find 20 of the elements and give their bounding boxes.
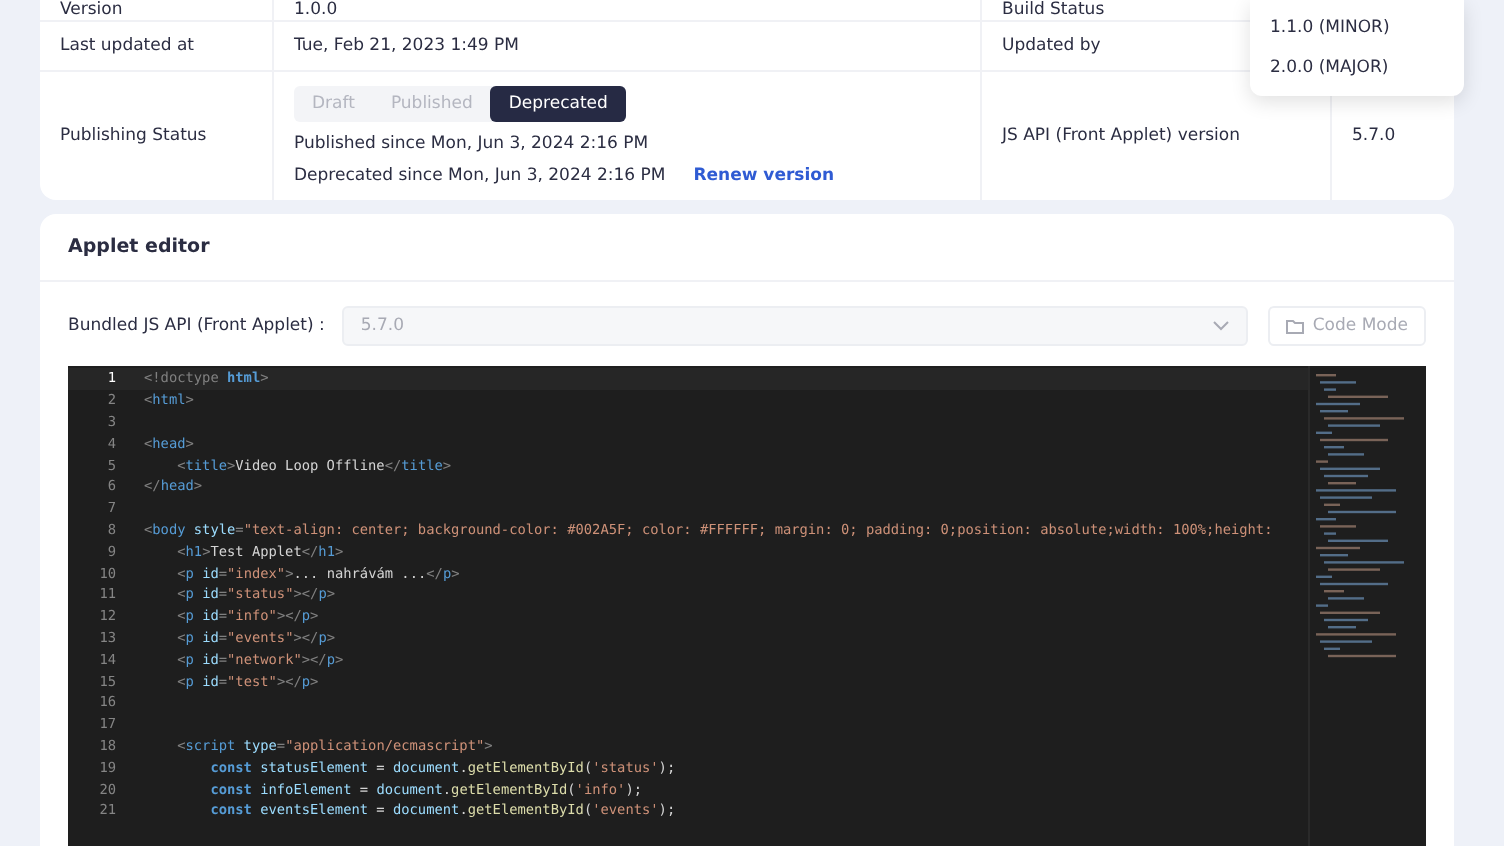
status-option[interactable]: Deprecated <box>490 86 626 122</box>
code-editor[interactable] <box>68 366 1426 846</box>
menu-item[interactable]: 1.1.0 (MINOR) <box>1250 8 1464 48</box>
field-label: Last updated at <box>60 36 196 56</box>
field-label: Publishing Status <box>60 126 209 146</box>
field-value: Published since Mon, Jun 3, 2024 2:16 PM <box>294 134 651 154</box>
chevron-icon <box>1212 320 1231 332</box>
field-value: 1.0.0 <box>294 0 340 20</box>
card-title: Applet editor <box>40 214 1454 282</box>
menu-item[interactable]: 2.0.0 (MAJOR) <box>1250 48 1464 88</box>
field-label: Version <box>60 0 125 20</box>
folder-icon <box>1286 319 1305 333</box>
field-value: Tue, Feb 21, 2023 1:49 PM <box>294 36 521 56</box>
field-value: Deprecated since Mon, Jun 3, 2024 2:16 PM <box>294 166 666 186</box>
field-label: JS API (Front Applet) version <box>1002 126 1242 146</box>
field-label: Build Status <box>1002 0 1107 20</box>
field-value: 5.7.0 <box>1352 126 1398 146</box>
field-label: Updated by <box>1002 36 1103 56</box>
renew-link[interactable]: Renew version <box>693 166 835 186</box>
field-label: Bundled JS API (Front Applet) : <box>68 316 325 336</box>
